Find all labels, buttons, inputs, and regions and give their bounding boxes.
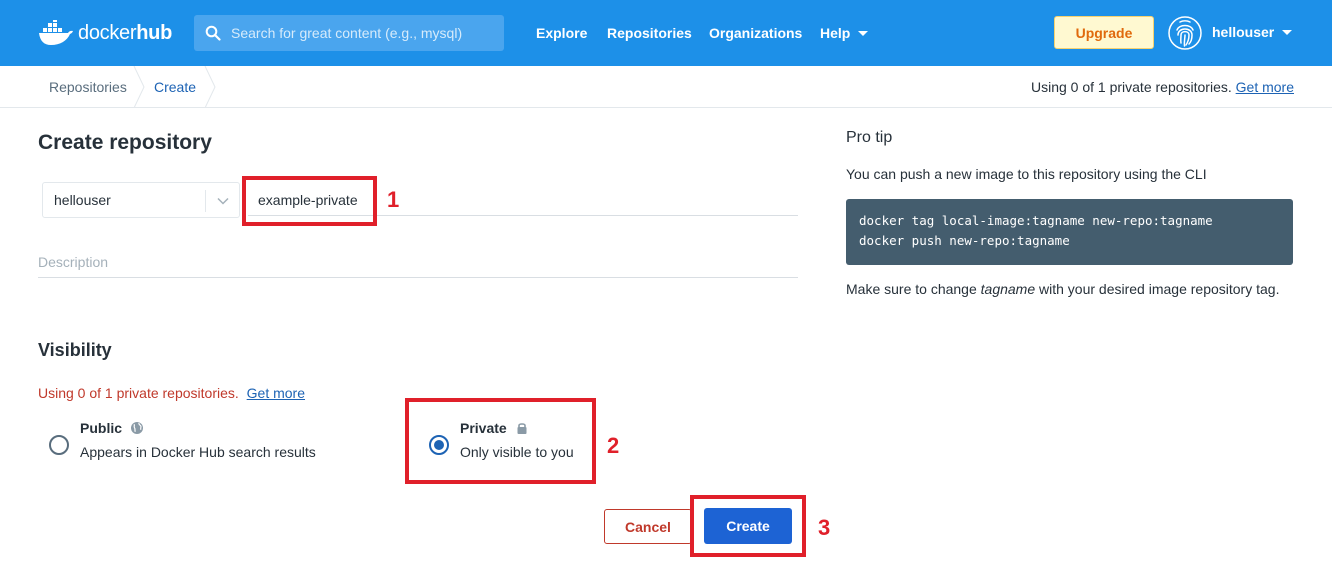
visibility-quota-warning: Using 0 of 1 private repositories. Get m… [38,385,305,401]
select-divider [205,190,206,212]
username-label: hellouser [1212,24,1275,40]
nav-help-label: Help [820,25,851,41]
note-text: with your desired image repository tag. [1035,281,1280,297]
nav-organizations[interactable]: Organizations [709,24,802,42]
code-line: docker tag local-image:tagname new-repo:… [859,213,1213,228]
breadcrumb-repositories[interactable]: Repositories [49,79,127,95]
private-repo-quota: Using 0 of 1 private repositories. Get m… [1031,79,1294,95]
nav-help[interactable]: Help [820,24,869,42]
visibility-heading: Visibility [38,340,112,360]
chevron-down-icon [858,30,869,36]
annotation-box-private [405,398,596,484]
get-more-link[interactable]: Get more [1236,79,1294,95]
search-icon [205,25,221,41]
annotation-number: 1 [387,187,400,212]
nav-explore[interactable]: Explore [536,24,587,42]
chevron-down-icon [217,197,229,205]
pro-tip-title: Pro tip [846,129,893,146]
breadcrumb-separator-icon [133,66,145,108]
pro-tip-text: You can push a new image to this reposit… [846,166,1207,182]
docker-hub-logo[interactable]: dockerhub [38,16,172,50]
chevron-down-icon [1282,29,1293,35]
public-option-title[interactable]: Public [80,420,144,436]
quota-warning-text: Using 0 of 1 private repositories. [38,385,239,401]
user-menu[interactable]: hellouser [1212,24,1293,40]
pro-tip-note: Make sure to change tagname with your de… [846,281,1279,297]
get-more-link[interactable]: Get more [247,385,305,401]
namespace-value: hellouser [54,192,111,208]
code-line: docker push new-repo:tagname [859,233,1070,248]
globe-icon [131,422,144,434]
top-navigation-bar: dockerhub Explore Repositories Organizat… [0,0,1332,66]
nav-repositories[interactable]: Repositories [607,24,692,42]
fingerprint-icon[interactable] [1168,16,1202,50]
upgrade-button[interactable]: Upgrade [1054,16,1154,49]
annotation-number: 3 [818,515,831,540]
description-input[interactable] [38,246,798,278]
docker-whale-icon [39,20,73,45]
annotation-box-create [690,495,806,557]
namespace-select[interactable]: hellouser [42,182,240,218]
public-label: Public [80,420,123,436]
public-radio[interactable] [49,435,69,455]
breadcrumb: Repositories Create Using 0 of 1 private… [0,66,1332,108]
cancel-button[interactable]: Cancel [604,509,692,544]
breadcrumb-separator-icon [204,66,216,108]
logo-text-hub: hub [136,21,172,44]
public-option-description: Appears in Docker Hub search results [80,444,316,460]
note-text: Make sure to change [846,281,981,297]
quota-text: Using 0 of 1 private repositories. [1030,79,1232,95]
cli-code-block: docker tag local-image:tagname new-repo:… [846,199,1293,265]
annotation-number: 2 [607,433,620,458]
note-emphasis: tagname [980,281,1036,297]
page-title: Create repository [38,131,212,154]
search-input[interactable] [231,25,491,41]
annotation-box-repo-name [242,176,377,226]
breadcrumb-create[interactable]: Create [154,79,196,95]
logo-text-docker: docker [78,21,137,44]
search-box[interactable] [194,15,504,51]
